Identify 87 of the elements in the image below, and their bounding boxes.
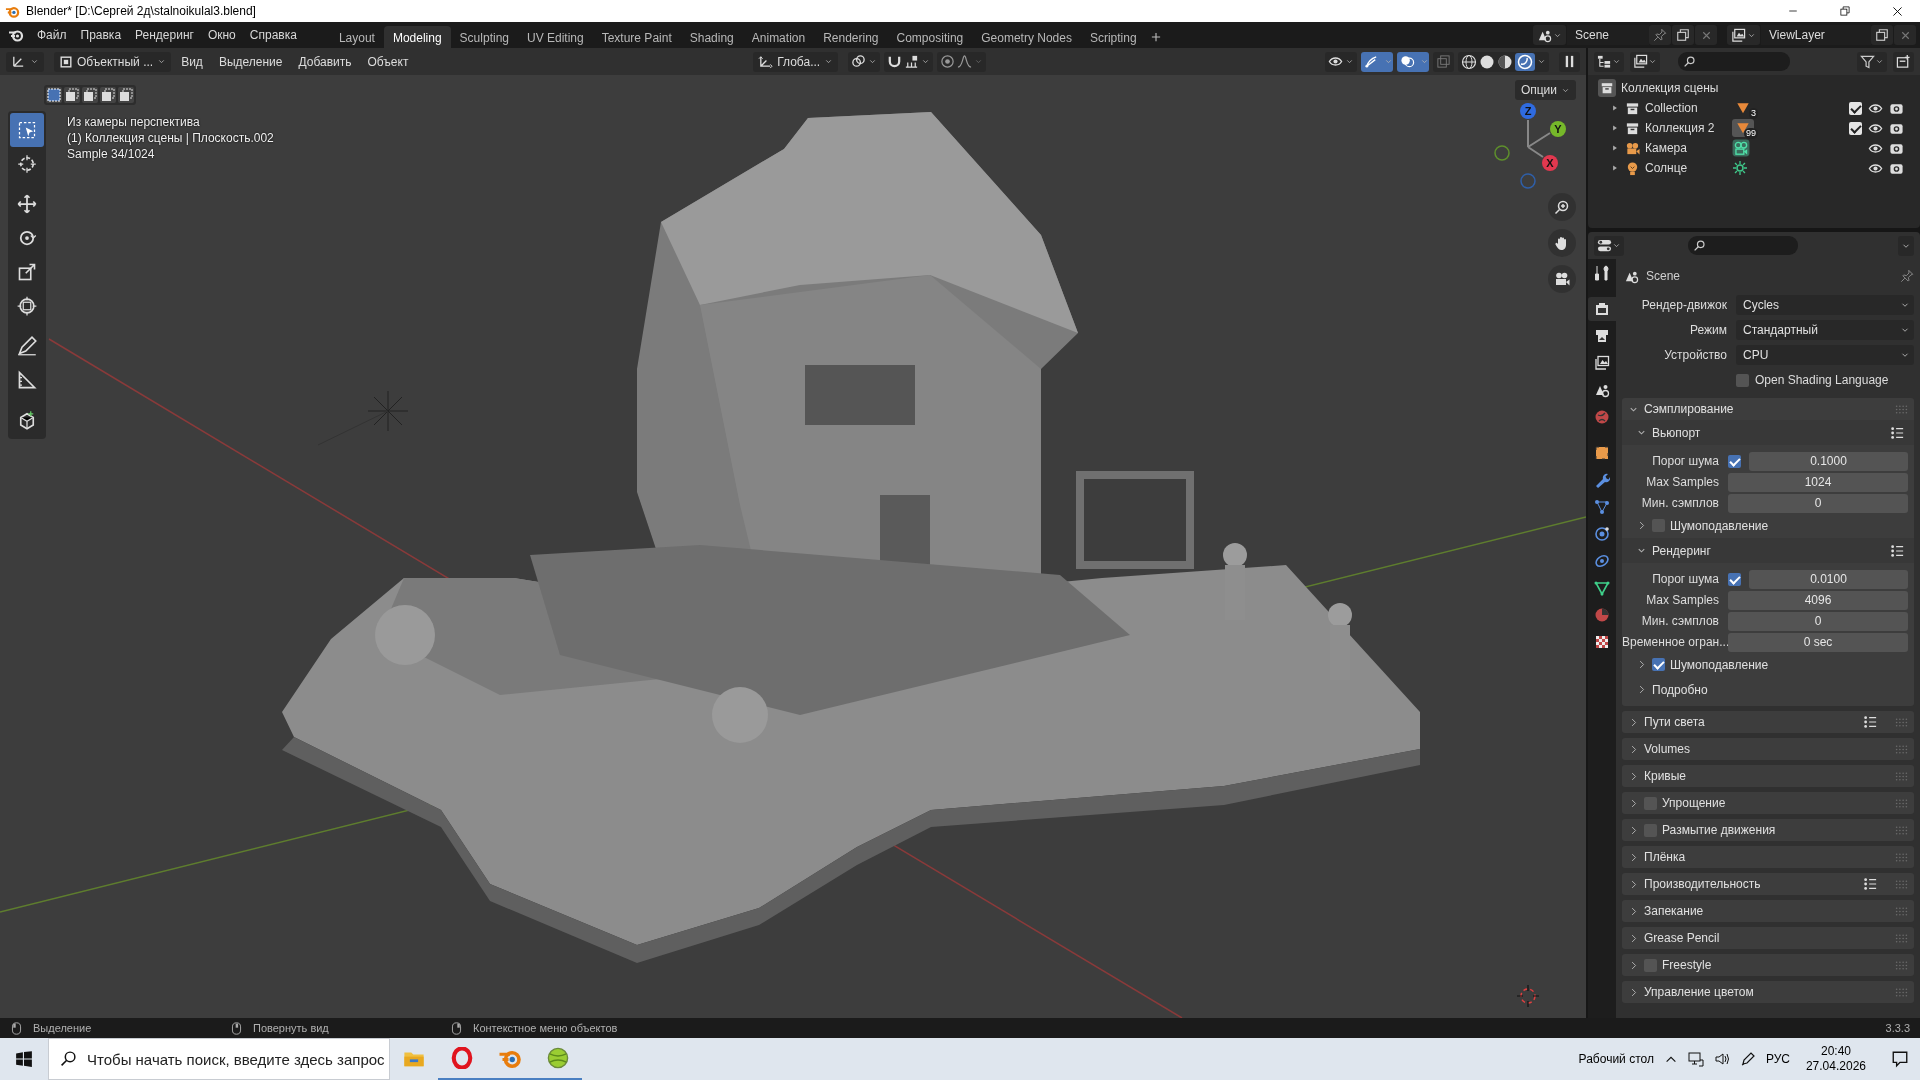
language-indicator[interactable]: РУС bbox=[1765, 1052, 1790, 1066]
menu-item[interactable]: Выделение bbox=[212, 51, 289, 72]
number-field[interactable]: 0 bbox=[1728, 493, 1908, 513]
workspace-tab[interactable]: Rendering bbox=[814, 26, 888, 48]
workspace-tab[interactable]: Animation bbox=[742, 26, 815, 48]
menu-item[interactable]: Рендеринг bbox=[128, 25, 201, 45]
panel-header[interactable]: Volumes bbox=[1644, 742, 1691, 756]
workspace-tab[interactable]: Scripting bbox=[1080, 26, 1146, 48]
field-label: Режим bbox=[1689, 323, 1728, 337]
number-field[interactable]: 0 sec bbox=[1728, 632, 1908, 652]
scene-field[interactable]: Scene bbox=[1567, 25, 1649, 45]
panel-header[interactable]: Производительность bbox=[1644, 877, 1761, 891]
number-field[interactable]: 0 bbox=[1728, 611, 1908, 631]
subpanel-header[interactable]: Шумоподавление bbox=[1670, 657, 1769, 672]
field-label: Max Samples bbox=[1645, 593, 1720, 607]
workspace-tab[interactable]: Sculpting bbox=[450, 26, 518, 48]
panel-header[interactable]: Размытие движения bbox=[1662, 823, 1776, 837]
field-label: Порог шума bbox=[1651, 572, 1720, 586]
field-label: Max Samples bbox=[1645, 475, 1720, 489]
field-label: Порог шума bbox=[1651, 454, 1720, 468]
field-label: Устройство bbox=[1663, 348, 1728, 362]
panel-header[interactable]: Плёнка bbox=[1644, 850, 1686, 864]
subpanel-header[interactable]: Подробно bbox=[1652, 682, 1708, 697]
panel-header[interactable]: Запекание bbox=[1644, 904, 1704, 918]
status-hint: Выделение bbox=[33, 1022, 92, 1034]
axis-handle[interactable]: Y bbox=[1550, 121, 1566, 137]
options-dropdown[interactable]: Опции bbox=[1514, 80, 1576, 100]
number-field[interactable]: 1024 bbox=[1728, 472, 1908, 492]
axis-label: X bbox=[1546, 157, 1554, 169]
tree-item[interactable]: Солнце bbox=[1645, 161, 1727, 175]
field-label: Временное огран... bbox=[1622, 635, 1728, 649]
clock[interactable]: 20:40 27.04.2026 bbox=[1799, 1044, 1872, 1074]
menu-item[interactable]: Правка bbox=[73, 25, 129, 45]
panel-header[interactable]: Пути света bbox=[1644, 715, 1705, 729]
menu-item[interactable]: Объект bbox=[361, 51, 415, 72]
menu-item[interactable]: Вид bbox=[175, 51, 209, 72]
subpanel-header[interactable]: Шумоподавление bbox=[1670, 518, 1769, 533]
panel-header[interactable]: Freestyle bbox=[1662, 958, 1712, 972]
workspace-tab[interactable]: Texture Paint bbox=[592, 26, 681, 48]
checkbox-label[interactable]: Open Shading Language bbox=[1755, 373, 1889, 387]
panel-header[interactable]: Кривые bbox=[1644, 769, 1687, 783]
subpanel-header[interactable]: Вьюпорт bbox=[1652, 425, 1701, 440]
panel-header[interactable]: Сэмплирование bbox=[1644, 402, 1734, 416]
axis-handle[interactable]: Z bbox=[1520, 103, 1536, 119]
menu-item[interactable]: Добавить bbox=[292, 51, 358, 72]
orientation-dropdown[interactable]: Глоба... bbox=[753, 51, 839, 72]
viewport-info-text: (1) Коллекция сцены | Плоскость.002 bbox=[67, 131, 274, 145]
tree-item[interactable]: Коллекция сцены bbox=[1621, 81, 1719, 95]
toolbar-label[interactable]: Рабочий стол bbox=[1578, 1052, 1654, 1066]
menu-item[interactable]: Файл bbox=[30, 25, 74, 45]
axis-label: Y bbox=[1554, 123, 1562, 135]
panel-header[interactable]: Grease Pencil bbox=[1644, 931, 1720, 945]
number-field[interactable]: 0.1000 bbox=[1749, 451, 1908, 471]
axis-handle[interactable]: X bbox=[1542, 155, 1558, 171]
dropdown[interactable]: Стандартный bbox=[1736, 320, 1914, 340]
mode-dropdown[interactable]: Объектный ... bbox=[54, 51, 172, 72]
context-label: Scene bbox=[1646, 269, 1681, 283]
field-label: Мин. сэмплов bbox=[1640, 614, 1720, 628]
workspace-tab[interactable]: Shading bbox=[680, 26, 743, 48]
menu-item[interactable]: Окно bbox=[200, 25, 243, 45]
dropdown[interactable]: Cycles bbox=[1736, 295, 1914, 315]
axis-label: Z bbox=[1524, 105, 1532, 117]
window-title: Blender* [D:\Сергей 2д\stalnoikulal3.blend] bbox=[26, 4, 256, 18]
workspace-tab[interactable]: Geometry Nodes bbox=[972, 26, 1081, 48]
tree-item[interactable]: Collection bbox=[1645, 101, 1727, 115]
workspace-tab[interactable]: UV Editing bbox=[518, 26, 593, 48]
number-field[interactable]: 0.0100 bbox=[1749, 569, 1908, 589]
panel-header[interactable]: Упрощение bbox=[1662, 796, 1726, 810]
version-label: 3.3.3 bbox=[1885, 1022, 1910, 1034]
field-label: Рендер-движок bbox=[1640, 298, 1728, 312]
viewport-info-text: Sample 34/1024 bbox=[67, 147, 156, 161]
viewport-info-text: Из камеры перспектива bbox=[67, 115, 201, 129]
workspace-tab[interactable]: Compositing bbox=[887, 26, 973, 48]
subpanel-header[interactable]: Рендеринг bbox=[1652, 543, 1711, 558]
menu-item[interactable]: Справка bbox=[242, 25, 304, 45]
view-layer-field[interactable]: ViewLayer bbox=[1761, 25, 1871, 45]
number-field[interactable]: 4096 bbox=[1728, 590, 1908, 610]
tree-item[interactable]: Камера bbox=[1645, 141, 1727, 155]
panel-header[interactable]: Управление цветом bbox=[1644, 985, 1754, 999]
workspace-tab[interactable]: Modeling bbox=[383, 26, 451, 48]
dropdown[interactable]: CPU bbox=[1736, 345, 1914, 365]
field-label: Мин. сэмплов bbox=[1640, 496, 1720, 510]
status-hint: Повернуть вид bbox=[253, 1022, 329, 1034]
status-hint: Контекстное меню объектов bbox=[473, 1022, 618, 1034]
workspace-tab[interactable]: Layout bbox=[329, 26, 384, 48]
tree-item[interactable]: Коллекция 2 bbox=[1645, 121, 1727, 135]
taskbar-search-field[interactable]: Чтобы начать поиск, введите здесь запрос bbox=[48, 1038, 390, 1080]
